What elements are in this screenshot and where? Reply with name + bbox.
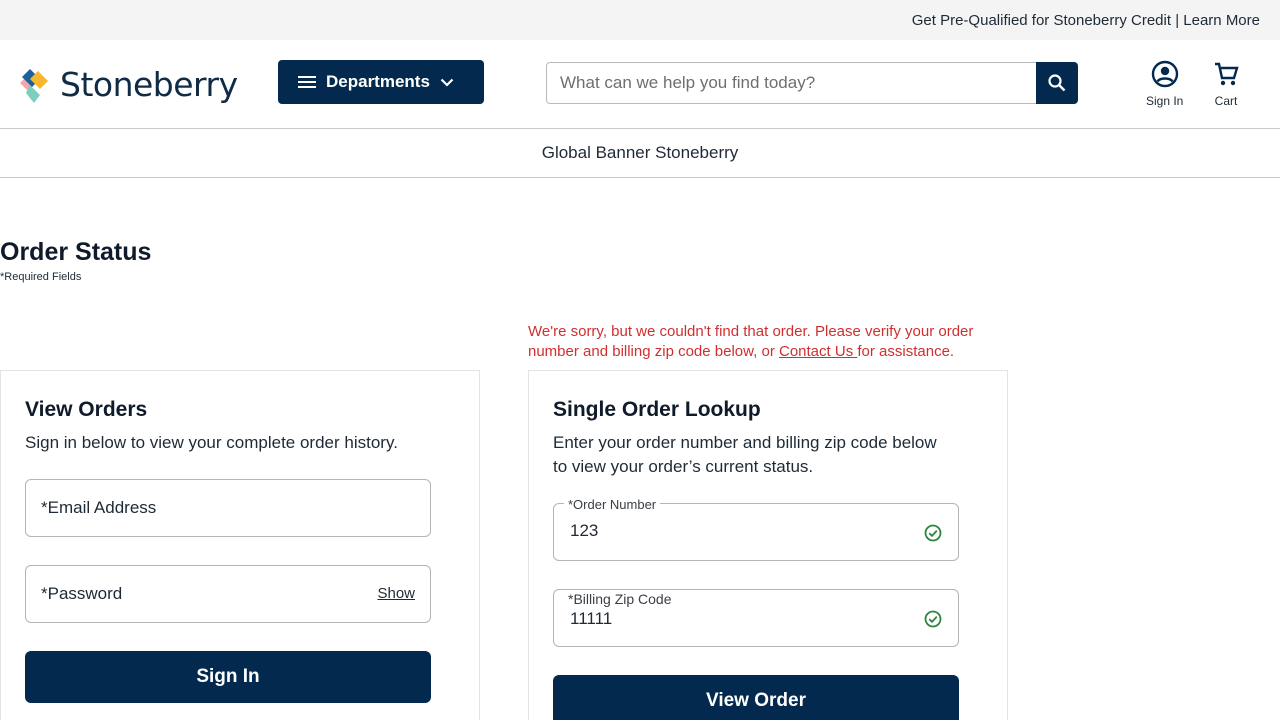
departments-button[interactable]: Departments <box>278 60 484 104</box>
sign-in-label: Sign In <box>1146 94 1184 108</box>
sign-in-link[interactable]: Sign In <box>1146 60 1183 108</box>
order-number-label: *Order Number <box>564 498 661 511</box>
order-not-found-error: We're sorry, but we couldn't find that o… <box>528 322 1018 362</box>
view-orders-description: Sign in below to view your complete orde… <box>25 433 398 452</box>
departments-label: Departments <box>326 72 430 91</box>
order-number-field[interactable]: *Order Number 123 <box>553 498 959 561</box>
view-orders-card: View Orders Sign in below to view your c… <box>0 370 480 720</box>
view-order-button[interactable]: View Order <box>553 675 959 720</box>
single-lookup-description: Enter your order number and billing zip … <box>553 433 937 476</box>
email-field[interactable]: *Email Address <box>25 479 431 537</box>
single-order-lookup-card: Single Order Lookup Enter your order num… <box>528 370 1008 720</box>
page-title: Order Status <box>0 238 152 266</box>
site-header: Stoneberry Departments Sign In <box>0 40 1280 129</box>
password-field[interactable]: *Password Show <box>25 565 431 623</box>
billing-zip-field[interactable]: *Billing Zip Code 11111 <box>553 589 959 647</box>
billing-zip-label: *Billing Zip Code <box>568 591 672 607</box>
view-orders-title: View Orders <box>25 398 148 421</box>
sign-in-button[interactable]: Sign In <box>25 651 431 703</box>
search-bar <box>546 62 1078 104</box>
promo-separator: | <box>1175 11 1180 29</box>
order-number-value: 123 <box>570 521 599 540</box>
search-button[interactable] <box>1036 62 1078 104</box>
logo-mark-icon <box>20 69 48 103</box>
show-password-toggle[interactable]: Show <box>377 585 415 602</box>
chevron-down-icon <box>440 78 454 87</box>
promo-bar: Get Pre-Qualified for Stoneberry Credit … <box>0 0 1280 40</box>
error-text-after: for assistance. <box>857 343 955 360</box>
stoneberry-logo[interactable]: Stoneberry <box>16 63 238 105</box>
password-placeholder: *Password <box>41 584 123 603</box>
search-icon <box>1048 74 1066 92</box>
promo-text: Get Pre-Qualified for Stoneberry Credit <box>911 11 1172 29</box>
logo-wordmark: Stoneberry <box>60 64 238 104</box>
account-icon <box>1151 60 1178 88</box>
cart-icon <box>1215 62 1239 86</box>
single-lookup-title: Single Order Lookup <box>553 398 761 421</box>
learn-more-link[interactable]: Learn More <box>1183 12 1260 29</box>
required-fields-note: *Required Fields <box>0 271 82 283</box>
contact-us-link[interactable]: Contact Us <box>779 343 857 360</box>
hamburger-menu-icon <box>298 73 316 91</box>
search-input[interactable] <box>546 62 1037 104</box>
cart-link[interactable]: Cart <box>1212 60 1240 108</box>
prequalify-link[interactable]: Get Pre-Qualified for Stoneberry Credit … <box>912 12 1260 29</box>
valid-check-icon <box>924 610 942 633</box>
billing-zip-value: 11111 <box>570 609 613 628</box>
cart-label: Cart <box>1214 94 1238 108</box>
email-placeholder: *Email Address <box>41 498 157 517</box>
global-banner[interactable]: Global Banner Stoneberry <box>0 129 1280 178</box>
valid-check-icon <box>924 524 942 547</box>
